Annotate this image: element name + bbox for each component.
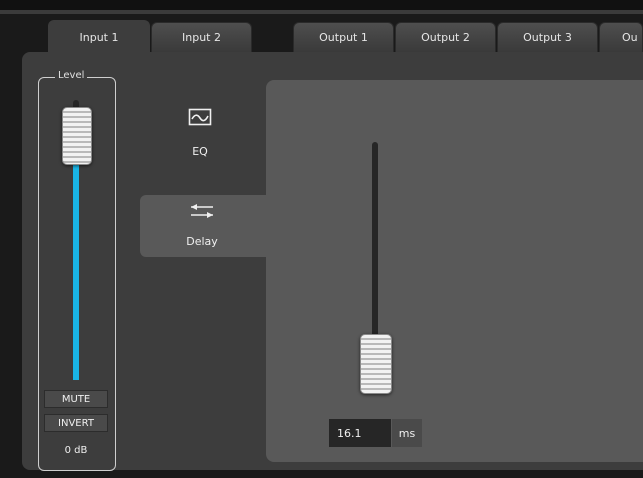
delay-unit-label: ms — [392, 419, 422, 447]
level-value: 0 dB — [44, 440, 108, 460]
window-top-edge — [0, 10, 643, 14]
delay-fader-thumb[interactable] — [360, 333, 392, 394]
delay-button[interactable]: Delay — [172, 197, 232, 255]
level-fader-thumb[interactable] — [62, 107, 92, 166]
delay-panel — [266, 80, 643, 462]
level-label: Level — [55, 70, 88, 81]
level-fader-fill — [73, 136, 79, 380]
invert-button[interactable]: INVERT — [44, 414, 108, 432]
tab-output-3[interactable]: Output 3 — [497, 22, 598, 52]
tab-output-1[interactable]: Output 1 — [293, 22, 394, 52]
eq-label: EQ — [192, 145, 208, 158]
tab-input-2[interactable]: Input 2 — [151, 22, 252, 52]
mute-button[interactable]: MUTE — [44, 390, 108, 408]
eq-button[interactable]: EQ — [170, 103, 230, 165]
delay-arrows-icon — [189, 202, 215, 223]
delay-label: Delay — [186, 235, 218, 248]
delay-value-field[interactable]: 16.1 — [329, 419, 391, 447]
tab-input-1[interactable]: Input 1 — [48, 20, 150, 54]
window-top-strip — [0, 0, 643, 10]
tab-output-4[interactable]: Ou — [599, 22, 643, 52]
eq-curve-icon — [188, 108, 212, 129]
tab-output-2[interactable]: Output 2 — [395, 22, 496, 52]
